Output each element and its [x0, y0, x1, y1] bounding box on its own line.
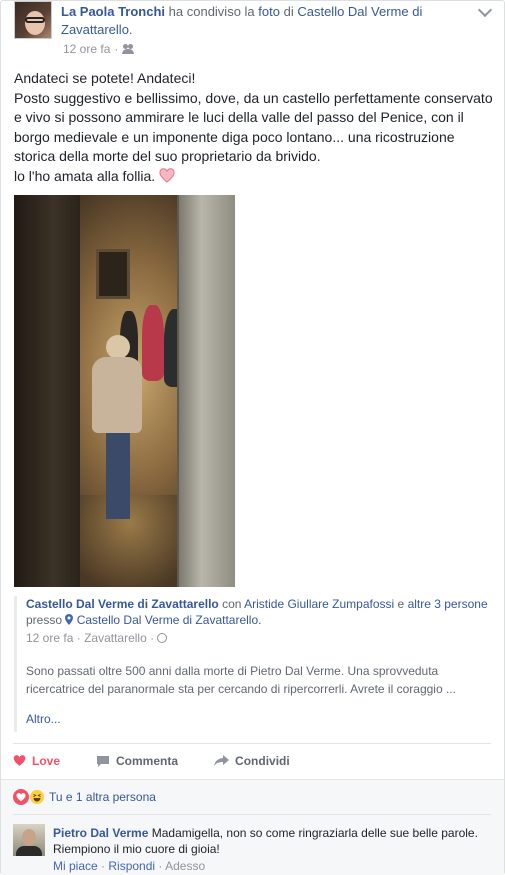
comment-time[interactable]: Adesso [165, 859, 205, 873]
author-name[interactable]: La Paola Tronchi [61, 4, 165, 19]
story-at: presso [26, 613, 63, 627]
haha-reaction-icon [29, 789, 45, 805]
comment-sep: · [158, 859, 163, 873]
post-card: La Paola Tronchi ha condiviso la foto di… [0, 0, 505, 875]
post-meta: 12 ore fa · [63, 42, 135, 56]
story-meta: 12 ore fa · Zavattarello · [26, 630, 490, 646]
post-header: La Paola Tronchi ha condiviso la foto di… [13, 1, 483, 57]
commenter-name[interactable]: Pietro Dal Verme [53, 826, 148, 840]
story-time[interactable]: 12 ore fa [26, 631, 73, 645]
story-more-link[interactable]: Altro... [26, 712, 490, 726]
of-text: di [283, 4, 294, 19]
share-button[interactable]: Condividi [214, 754, 290, 768]
location-pin-icon [65, 614, 74, 625]
friends-audience-icon[interactable] [122, 44, 135, 54]
comment-body: Pietro Dal Verme Madamigella, non so com… [53, 825, 483, 857]
story-description: Sono passati oltre 500 anni dalla morte … [26, 664, 456, 696]
globe-icon [157, 633, 168, 643]
comment-label: Commenta [116, 754, 179, 768]
story-others-link[interactable]: altre 3 persone [408, 597, 488, 611]
headline-period: . [128, 22, 133, 37]
shared-text: ha condiviso la [168, 4, 255, 19]
commenter-avatar[interactable] [13, 824, 45, 856]
post-photo[interactable] [14, 195, 235, 587]
story-tagged-link[interactable]: Aristide Giullare Zumpafossi [244, 597, 394, 611]
heart-icon [13, 755, 26, 766]
meta-dot: · [114, 42, 119, 56]
post-headline: La Paola Tronchi ha condiviso la foto di… [61, 3, 471, 39]
post-text-line: Posto suggestivo e bellissimo, dove, da … [14, 89, 493, 165]
comment-icon [97, 755, 110, 767]
story-with: con [222, 597, 242, 611]
heart-icon [159, 167, 175, 183]
action-bar: Love Commenta Condividi [13, 749, 493, 773]
feedback-section: Tu e 1 altra persona Pietro Dal Verme Ma… [1, 779, 504, 875]
story-headline: Castello Dal Verme di Zavattarello con A… [26, 596, 490, 628]
story-place-link[interactable]: Castello Dal Verme di Zavattarello. [77, 613, 262, 627]
post-text-line-last: lo l'ho amata alla follia. [14, 167, 494, 187]
post-text-line: lo l'ho amata alla follia. [14, 167, 156, 184]
reaction-summary[interactable]: Tu e 1 altra persona [13, 789, 156, 805]
post-text-line: Andateci se potete! Andateci! [14, 70, 196, 86]
story-and: e [397, 597, 405, 611]
comment-button[interactable]: Commenta [96, 754, 178, 768]
reaction-summary-text: Tu e 1 altra persona [49, 790, 156, 804]
comment-actions: Mi piace · Rispondi · Adesso [53, 859, 205, 873]
story-dot-2: · [150, 631, 155, 645]
comments-divider [13, 814, 491, 815]
story-location[interactable]: Zavattarello [84, 631, 147, 645]
comment-like-link[interactable]: Mi piace [53, 859, 98, 873]
attached-story: Castello Dal Verme di Zavattarello con A… [14, 596, 490, 732]
comment-sep: · [101, 859, 106, 873]
actions-divider [13, 743, 491, 744]
post-time[interactable]: 12 ore fa [63, 42, 110, 56]
love-reaction-icon [13, 789, 29, 805]
love-button[interactable]: Love [13, 754, 60, 768]
post-text: Andateci se potete! Andateci! Posto sugg… [14, 69, 494, 186]
story-dot: · [76, 631, 81, 645]
love-label: Love [32, 754, 61, 768]
share-label: Condividi [235, 754, 290, 768]
story-page-link[interactable]: Castello Dal Verme di Zavattarello [26, 597, 219, 611]
photo-link[interactable]: foto [258, 4, 280, 19]
share-icon [214, 755, 230, 766]
comment-reply-link[interactable]: Rispondi [108, 859, 155, 873]
author-avatar[interactable] [14, 1, 52, 39]
